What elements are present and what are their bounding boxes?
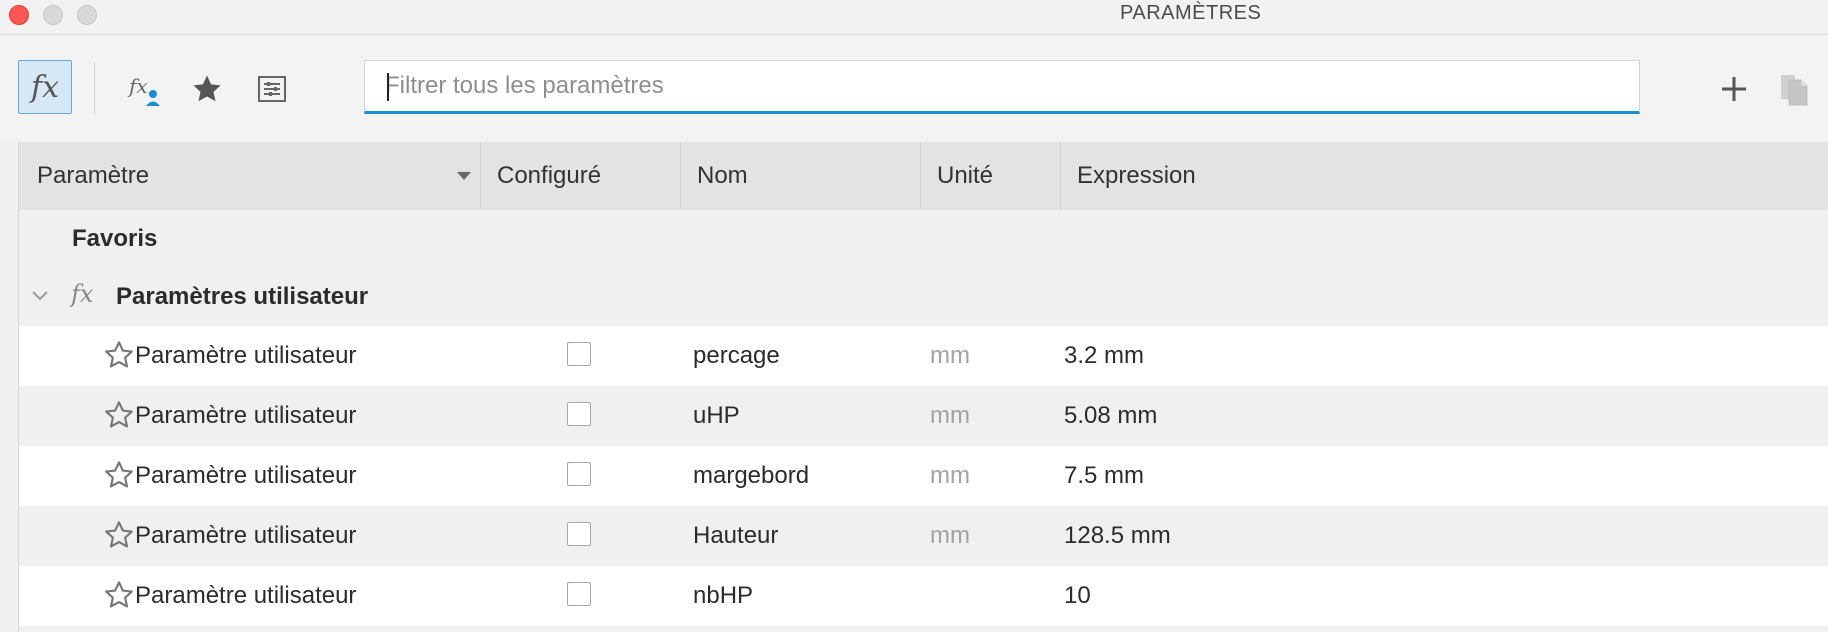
toolbar: fx fx (0, 35, 1828, 142)
table-row[interactable]: Paramètre utilisateur Hauteur mm 128.5 mm (19, 506, 1828, 566)
all-parameters-button[interactable]: fx (18, 60, 72, 114)
unit-cell: mm (930, 402, 970, 429)
svg-text:fx: fx (127, 74, 148, 98)
settings-filter-icon (258, 76, 286, 102)
group-label: Paramètres utilisateur (116, 283, 369, 310)
column-header-label: Paramètre (37, 162, 150, 189)
column-header-parameter[interactable]: Paramètre (37, 142, 497, 210)
favorite-star-icon[interactable] (103, 339, 135, 371)
expression-cell[interactable]: 10 (1064, 566, 1091, 626)
table-row[interactable]: Paramètre utilisateur uHP mm 5.08 mm (19, 386, 1828, 446)
title-bar: PARAMÈTRES (0, 0, 1828, 35)
filter-settings-button[interactable] (250, 67, 294, 111)
unit-cell: mm (930, 462, 970, 489)
unit-cell: mm (930, 342, 970, 369)
add-icon (1722, 77, 1746, 101)
parameter-type-cell: Paramètre utilisateur (135, 402, 357, 429)
group-favorites[interactable]: Favoris (19, 210, 1828, 268)
fx-user-icon: fx (127, 74, 160, 106)
unit-cell: mm (930, 522, 970, 549)
search-field[interactable] (364, 60, 1640, 114)
chevron-down-icon[interactable] (31, 290, 49, 302)
expression-cell[interactable]: 7.5 mm (1064, 446, 1144, 506)
window-close-button[interactable] (9, 5, 29, 25)
name-cell[interactable]: uHP (693, 386, 740, 446)
configured-checkbox[interactable] (567, 342, 591, 366)
group-user-parameters[interactable]: fx Paramètres utilisateur (19, 268, 1828, 326)
column-header-label: Unité (937, 162, 994, 189)
name-cell[interactable]: Hauteur (693, 506, 778, 566)
fx-all-icon: fx (30, 69, 60, 105)
favorite-star-icon[interactable] (103, 459, 135, 491)
column-divider[interactable] (920, 142, 921, 210)
column-divider[interactable] (1060, 142, 1061, 210)
parameters-table: Paramètre Configuré Nom Unité Expression… (18, 142, 1828, 632)
favorite-star-icon[interactable] (103, 399, 135, 431)
user-parameters-button[interactable]: fx (122, 67, 166, 111)
favorite-star-icon[interactable] (103, 579, 135, 611)
table-row[interactable]: Paramètre utilisateur margebord mm 7.5 mm (19, 446, 1828, 506)
column-header-name[interactable]: Nom (697, 142, 937, 210)
add-parameter-button[interactable] (1712, 67, 1756, 111)
name-cell[interactable]: percage (693, 326, 780, 386)
sort-dropdown-icon[interactable] (457, 172, 471, 180)
column-header-expression[interactable]: Expression (1077, 142, 1477, 210)
expression-cell[interactable]: 5.08 mm (1064, 386, 1157, 446)
table-row[interactable]: Paramètre utilisateur nbHP 10 (19, 566, 1828, 626)
configured-checkbox[interactable] (567, 462, 591, 486)
favorite-star-icon[interactable] (103, 519, 135, 551)
table-row[interactable]: Paramètre utilisateur percage mm 3.2 mm (19, 326, 1828, 386)
column-header-label: Nom (697, 162, 748, 189)
toolbar-divider (94, 63, 95, 115)
window-maximize-button[interactable] (77, 5, 97, 25)
configured-checkbox[interactable] (567, 402, 591, 426)
favorites-star-icon (193, 75, 221, 102)
column-header-label: Expression (1077, 162, 1196, 189)
column-header-unit[interactable]: Unité (937, 142, 1077, 210)
copy-icon (1781, 75, 1808, 106)
column-header-label: Configuré (497, 162, 602, 189)
name-cell[interactable]: margebord (693, 446, 809, 506)
column-divider[interactable] (480, 142, 481, 210)
parameter-type-cell: Paramètre utilisateur (135, 462, 357, 489)
search-input[interactable] (365, 61, 1639, 111)
copy-parameter-button[interactable] (1772, 67, 1816, 111)
column-divider[interactable] (680, 142, 681, 210)
group-label: Favoris (72, 225, 158, 252)
window-minimize-button[interactable] (43, 5, 63, 25)
text-caret (387, 73, 389, 101)
table-header: Paramètre Configuré Nom Unité Expression (19, 142, 1828, 210)
configured-checkbox[interactable] (567, 582, 591, 606)
fx-group-icon: fx (71, 280, 94, 308)
favorites-filter-button[interactable] (185, 67, 229, 111)
expression-cell[interactable]: 3.2 mm (1064, 326, 1144, 386)
expression-cell[interactable]: 128.5 mm (1064, 506, 1171, 566)
parameter-type-cell: Paramètre utilisateur (135, 522, 357, 549)
parameter-type-cell: Paramètre utilisateur (135, 582, 357, 609)
parameter-type-cell: Paramètre utilisateur (135, 342, 357, 369)
window-title: PARAMÈTRES (1120, 2, 1262, 24)
name-cell[interactable]: nbHP (693, 566, 753, 626)
column-header-configured[interactable]: Configuré (497, 142, 697, 210)
configured-checkbox[interactable] (567, 522, 591, 546)
